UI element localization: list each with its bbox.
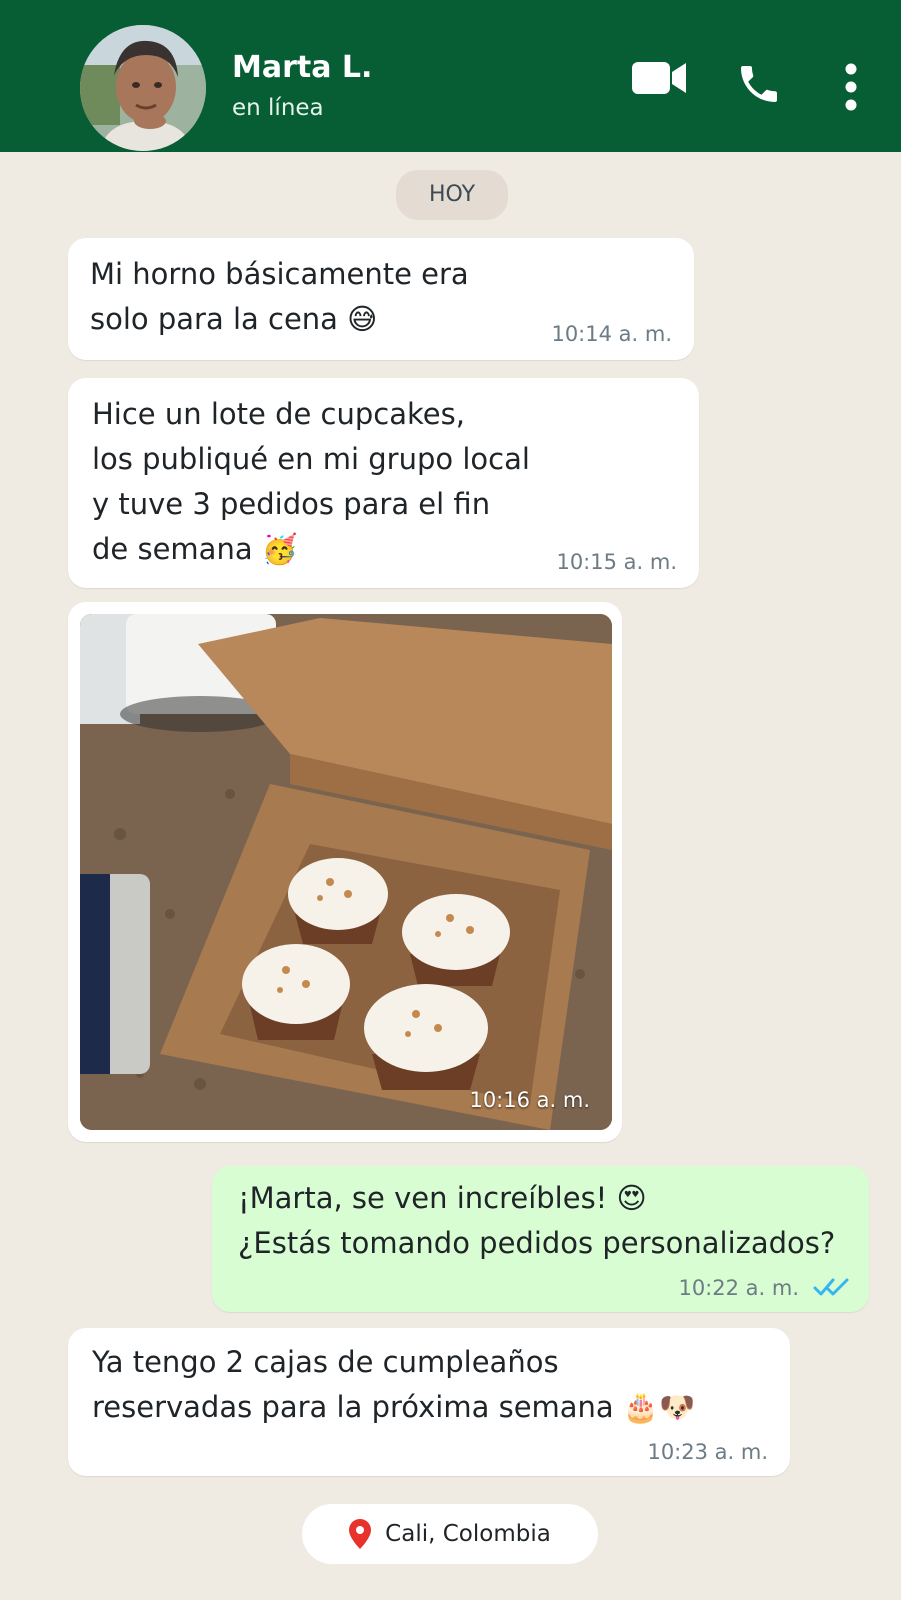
contact-name: Marta L. xyxy=(232,50,373,85)
location-label: Cali, Colombia xyxy=(385,1521,551,1547)
chat-area[interactable]: HOY Mi horno básicamente era solo para l… xyxy=(0,152,901,1600)
message-bubble-incoming[interactable]: Mi horno básicamente era solo para la ce… xyxy=(68,238,694,360)
message-bubble-outgoing[interactable]: ¡Marta, se ven increíbles! 😍 ¿Estás toma… xyxy=(212,1166,869,1312)
location-chip[interactable]: Cali, Colombia xyxy=(302,1504,598,1564)
video-camera-icon[interactable] xyxy=(632,58,688,98)
double-check-icon xyxy=(813,1276,849,1298)
message-bubble-incoming[interactable]: Hice un lote de cupcakes, los publiqué e… xyxy=(68,378,699,588)
contact-info[interactable]: Marta L. en línea xyxy=(232,50,372,124)
message-time: 10:14 a. m. xyxy=(551,322,672,346)
chat-header: Marta L. en línea xyxy=(0,0,901,152)
message-time: 10:16 a. m. xyxy=(469,1088,590,1112)
day-divider: HOY xyxy=(396,170,508,220)
avatar-photo xyxy=(80,25,206,151)
message-text: ¡Marta, se ven increíbles! 😍 ¿Estás toma… xyxy=(238,1181,836,1260)
message-time: 10:22 a. m. xyxy=(678,1276,799,1300)
message-text: Mi horno básicamente era solo para la ce… xyxy=(90,257,469,336)
message-bubble-photo[interactable]: 10:16 a. m. xyxy=(68,602,622,1142)
avatar[interactable] xyxy=(80,25,206,151)
message-time: 10:15 a. m. xyxy=(556,550,677,574)
message-time: 10:23 a. m. xyxy=(647,1440,768,1464)
more-options-icon[interactable] xyxy=(843,62,859,112)
message-text: Hice un lote de cupcakes, los publiqué e… xyxy=(92,397,530,566)
message-text: Ya tengo 2 cajas de cumpleaños reservada… xyxy=(92,1345,696,1424)
cupcakes-photo[interactable]: 10:16 a. m. xyxy=(80,614,612,1130)
contact-status: en línea xyxy=(232,95,324,121)
location-pin-icon xyxy=(349,1519,372,1549)
phone-icon[interactable] xyxy=(735,60,783,112)
message-bubble-incoming[interactable]: Ya tengo 2 cajas de cumpleaños reservada… xyxy=(68,1328,790,1476)
